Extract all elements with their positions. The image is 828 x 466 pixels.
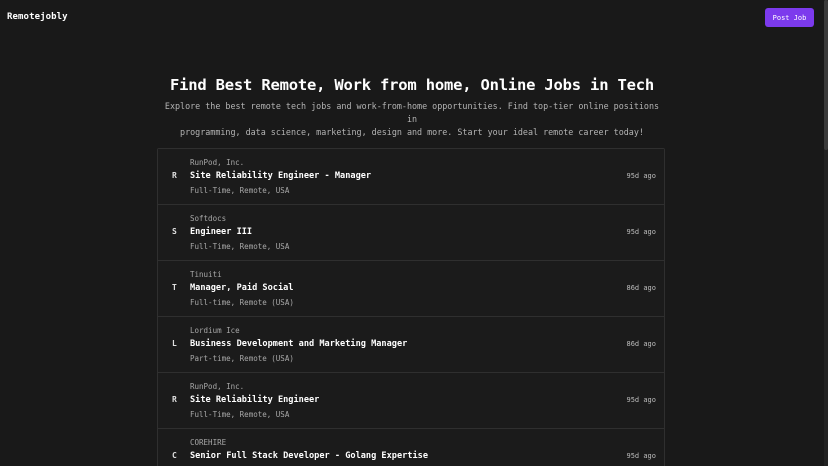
job-age: 95d ago	[626, 396, 656, 404]
job-row[interactable]: R RunPod, Inc. Site Reliability Engineer…	[158, 149, 664, 205]
job-row[interactable]: S Softdocs Engineer III Full-Time, Remot…	[158, 205, 664, 261]
company-initial: L	[172, 339, 177, 348]
company-name: COREHIRE	[190, 438, 227, 447]
job-meta: Full-Time, Remote, USA	[190, 186, 290, 195]
company-initial: R	[172, 395, 177, 404]
job-meta: Full-time, Remote (USA)	[190, 298, 294, 307]
job-age: 86d ago	[626, 340, 656, 348]
job-meta: Full-Time, Remote, USA	[190, 242, 290, 251]
job-title[interactable]: Site Reliability Engineer - Manager	[190, 171, 371, 181]
job-title[interactable]: Manager, Paid Social	[190, 283, 293, 293]
company-name: RunPod, Inc.	[190, 158, 245, 167]
company-initial: S	[172, 227, 177, 236]
site-logo[interactable]: Remotejobly	[7, 12, 68, 22]
page: Remotejobly Post Job Find Best Remote, W…	[0, 0, 828, 466]
company-name: Lordium Ice	[190, 326, 240, 335]
page-title: Find Best Remote, Work from home, Online…	[170, 76, 654, 94]
site-header: Remotejobly Post Job	[0, 0, 824, 36]
job-age: 95d ago	[626, 172, 656, 180]
company-initial: T	[172, 283, 177, 292]
job-age: 95d ago	[626, 228, 656, 236]
scrollbar-thumb[interactable]	[824, 0, 828, 150]
job-title[interactable]: Site Reliability Engineer	[190, 395, 319, 405]
company-initial: R	[172, 171, 177, 180]
job-meta: Part-time, Remote (USA)	[190, 354, 294, 363]
job-row[interactable]: T Tinuiti Manager, Paid Social Full-time…	[158, 261, 664, 317]
job-title[interactable]: Engineer III	[190, 227, 252, 237]
company-name: Softdocs	[190, 214, 227, 223]
company-name: Tinuiti	[190, 270, 222, 279]
job-meta: Full-Time, Remote, USA	[190, 410, 290, 419]
job-row[interactable]: C COREHIRE Senior Full Stack Developer -…	[158, 429, 664, 466]
subtitle-line-2: programming, data science, marketing, de…	[180, 127, 644, 137]
job-title[interactable]: Senior Full Stack Developer - Golang Exp…	[190, 451, 428, 461]
scrollbar-track[interactable]	[824, 0, 828, 466]
page-subtitle: Explore the best remote tech jobs and wo…	[160, 100, 664, 139]
job-age: 86d ago	[626, 284, 656, 292]
job-list: R RunPod, Inc. Site Reliability Engineer…	[157, 148, 665, 466]
company-initial: C	[172, 451, 177, 460]
job-age: 95d ago	[626, 452, 656, 460]
post-job-button[interactable]: Post Job	[765, 8, 814, 27]
subtitle-line-1: Explore the best remote tech jobs and wo…	[164, 101, 660, 124]
job-row[interactable]: L Lordium Ice Business Development and M…	[158, 317, 664, 373]
job-title[interactable]: Business Development and Marketing Manag…	[190, 339, 407, 349]
job-row[interactable]: R RunPod, Inc. Site Reliability Engineer…	[158, 373, 664, 429]
company-name: RunPod, Inc.	[190, 382, 245, 391]
